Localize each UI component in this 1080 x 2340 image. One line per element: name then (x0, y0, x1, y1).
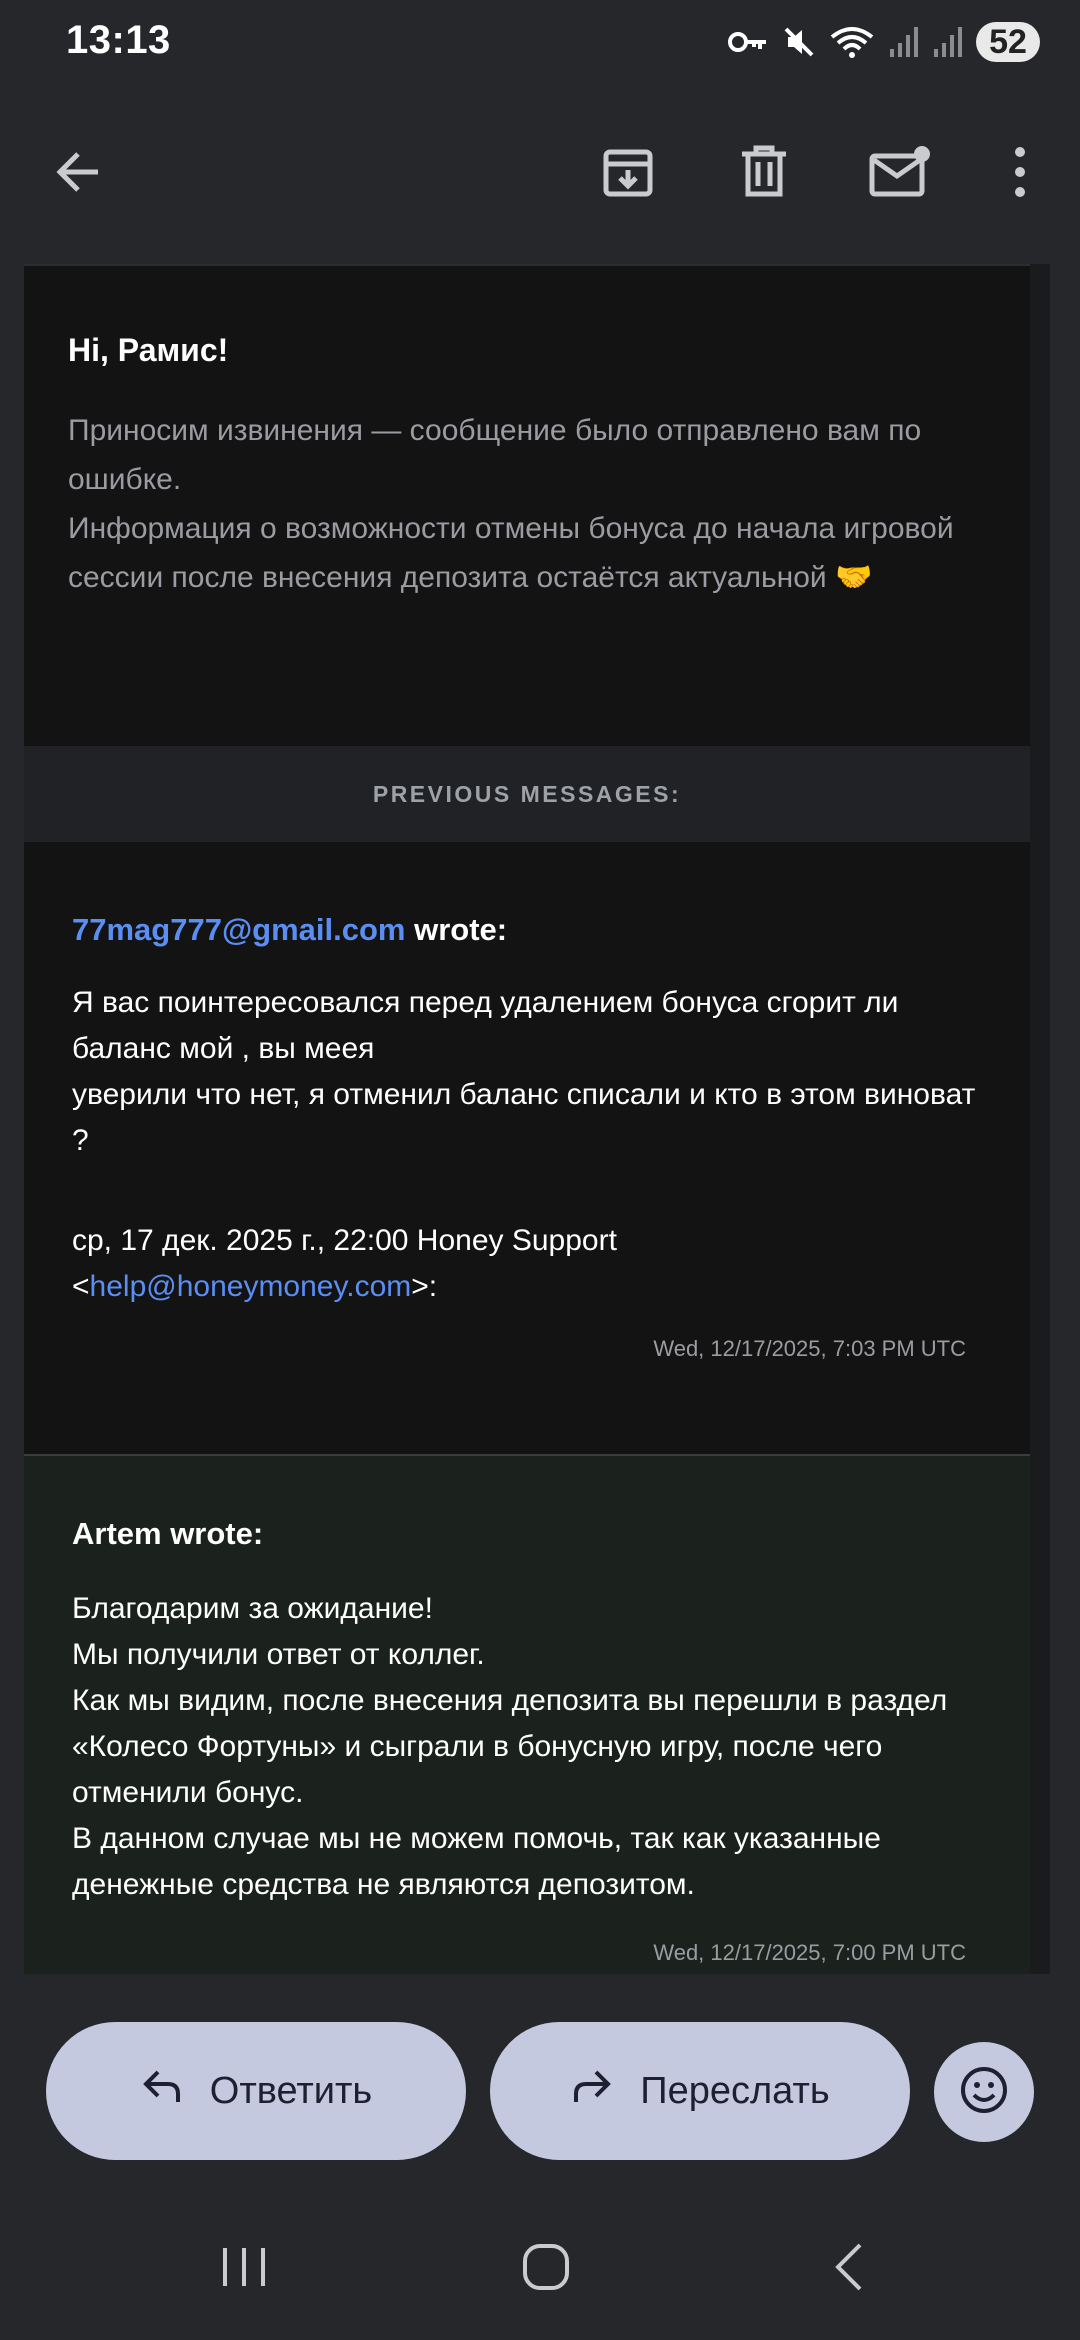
reply-label: Ответить (209, 2069, 373, 2112)
message-signature: ср, 17 дек. 2025 г., 22:00 Honey Support… (72, 1218, 992, 1310)
email-body[interactable]: Hi, Рамис! Приносим извинения — сообщени… (24, 264, 1030, 1974)
reply-button[interactable]: Ответить (46, 2022, 466, 2160)
message-timestamp: Wed, 12/17/2025, 7:00 PM UTC (653, 1940, 966, 1965)
message-header: Artem wrote: (72, 1516, 264, 1551)
mute-icon (782, 25, 816, 59)
forward-icon (570, 2066, 614, 2116)
signature-lt: < (72, 1270, 90, 1303)
mark-unread-icon[interactable] (858, 130, 942, 214)
signature-line: ср, 17 дек. 2025 г., 22:00 Honey Support (72, 1224, 617, 1257)
sender-email-link[interactable]: 77mag777@gmail.com (72, 912, 406, 947)
home-icon[interactable] (506, 2232, 586, 2302)
battery-indicator: 52 (976, 22, 1040, 62)
message-line: Благодарим за ожидание! (72, 1592, 433, 1625)
status-icons: 52 (728, 18, 1040, 66)
message-line: Как мы видим, после внесения депозита вы… (72, 1684, 948, 1809)
email-greeting: Hi, Рамис! (68, 332, 229, 368)
toolbar (0, 90, 1080, 256)
archive-icon[interactable] (586, 130, 670, 214)
status-bar: 13:13 52 (0, 0, 1080, 90)
wifi-icon (830, 25, 874, 59)
nav-back-icon[interactable] (808, 2232, 888, 2302)
more-vert-icon[interactable] (978, 130, 1062, 214)
system-nav-bar (0, 2194, 1080, 2340)
signal-icon (932, 25, 962, 59)
wrote-label: wrote: (405, 912, 508, 947)
action-bar: Ответить Переслать (0, 1974, 1080, 2194)
support-email-link[interactable]: help@honeymoney.com (90, 1270, 412, 1303)
message-timestamp: Wed, 12/17/2025, 7:03 PM UTC (653, 1336, 966, 1361)
message-line: Я вас поинтересовался перед удалением бо… (72, 986, 899, 1065)
message-line: В данном случае мы не можем помочь, так … (72, 1822, 881, 1901)
status-time: 13:13 (66, 18, 171, 62)
forward-button[interactable]: Переслать (490, 2022, 910, 2160)
email-apology: Приносим извинения — сообщение было отпр… (68, 406, 988, 602)
signal-icon (888, 25, 918, 59)
apology-line: Приносим извинения — сообщение было отпр… (68, 414, 922, 496)
previous-messages-label: PREVIOUS MESSAGES: (372, 780, 682, 807)
key-icon (728, 27, 768, 57)
recents-icon[interactable] (204, 2232, 284, 2302)
message-body: Благодарим за ожидание! Мы получили отве… (72, 1586, 992, 1908)
reply-icon (140, 2066, 184, 2116)
message-line: Мы получили ответ от коллег. (72, 1638, 485, 1671)
message-line: уверили что нет, я отменил баланс списал… (72, 1078, 976, 1157)
apology-line: Информация о возможности отмены бонуса д… (68, 512, 954, 594)
signature-gt: >: (411, 1270, 438, 1303)
message-body: Я вас поинтересовался перед удалением бо… (72, 980, 992, 1164)
quoted-message: Artem wrote: Благодарим за ожидание! Мы … (24, 1456, 1030, 1974)
message-header: 77mag777@gmail.com wrote: (72, 912, 507, 948)
forward-label: Переслать (640, 2069, 830, 2112)
delete-icon[interactable] (722, 130, 806, 214)
signature-line: <help@honeymoney.com>: (72, 1264, 992, 1310)
smiley-icon (959, 2065, 1009, 2120)
scroll-edge (1030, 264, 1050, 1974)
divider (24, 264, 1030, 266)
previous-messages-band: PREVIOUS MESSAGES: (24, 746, 1030, 842)
emoji-reaction-button[interactable] (934, 2042, 1034, 2142)
back-arrow-icon[interactable] (36, 130, 120, 214)
